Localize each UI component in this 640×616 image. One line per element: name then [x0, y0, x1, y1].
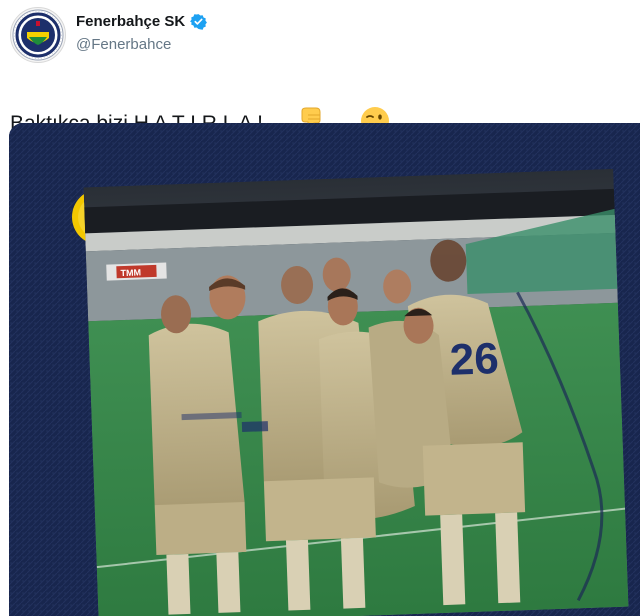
- stadium-sign: TMM: [120, 267, 141, 278]
- tweet-media[interactable]: TMM 26 14: [9, 123, 640, 616]
- shirt-number-26: 26: [449, 334, 500, 385]
- account-handle[interactable]: @Fenerbahce: [76, 36, 171, 53]
- display-name[interactable]: Fenerbahçe SK: [76, 13, 185, 30]
- account-name-row[interactable]: Fenerbahçe SK: [76, 11, 208, 31]
- team-celebration-photo: TMM 26 14: [83, 168, 629, 616]
- tweet-header: Fenerbahçe SK @Fenerbahce: [0, 0, 640, 70]
- celebration-scene-icon: TMM 26 14: [83, 168, 629, 616]
- avatar[interactable]: [10, 7, 66, 63]
- verified-badge-icon: [190, 13, 208, 30]
- fenerbahce-crest-icon: [12, 9, 64, 61]
